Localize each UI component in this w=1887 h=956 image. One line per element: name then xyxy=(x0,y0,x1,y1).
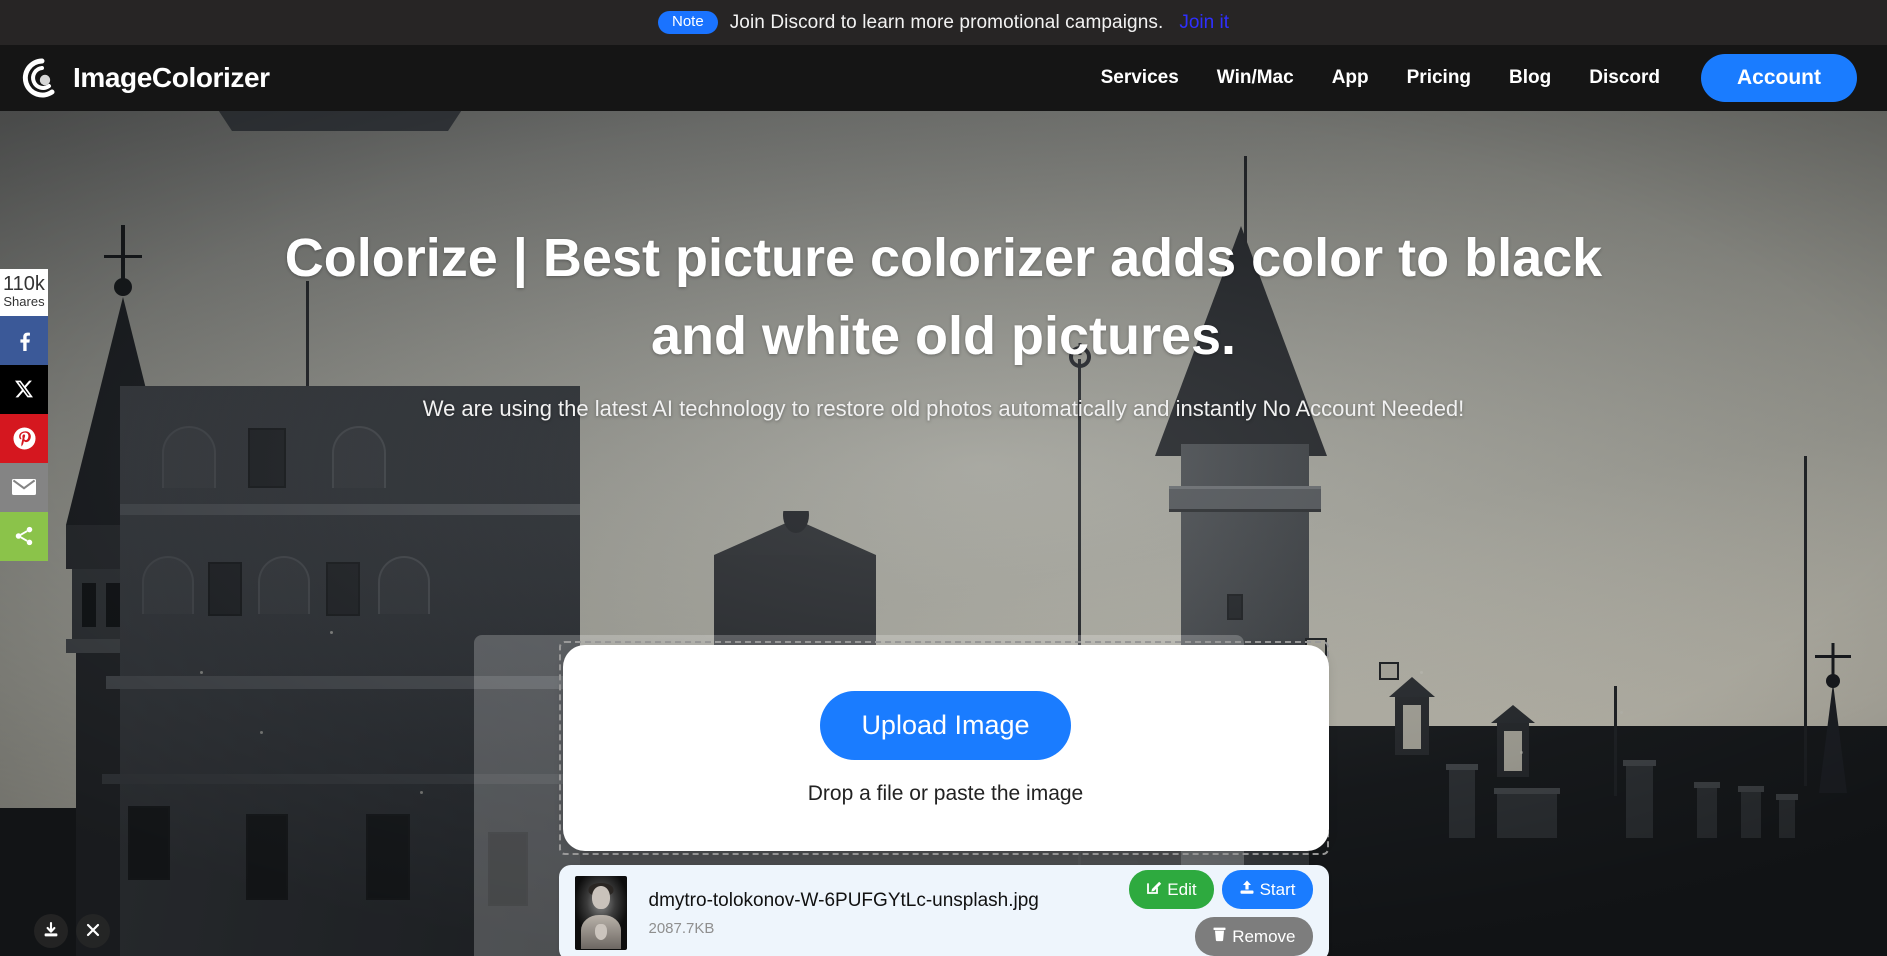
imagecolorizer-swirl-icon xyxy=(22,58,62,98)
download-button[interactable] xyxy=(34,914,68,948)
hero-section: Colorize | Best picture colorizer adds c… xyxy=(0,111,1887,956)
file-name: dmytro-tolokonov-W-6PUFGYtLc-unsplash.jp… xyxy=(648,889,1039,911)
trash-icon xyxy=(1212,926,1227,947)
brand-logo[interactable]: ImageColorizer xyxy=(22,58,270,98)
dropzone[interactable]: Upload Image Drop a file or paste the im… xyxy=(558,641,1329,855)
download-icon xyxy=(42,921,60,942)
nav-item-winmac[interactable]: Win/Mac xyxy=(1198,67,1313,89)
nav-item-services[interactable]: Services xyxy=(1082,67,1198,89)
edit-label: Edit xyxy=(1167,879,1197,899)
facebook-icon xyxy=(13,329,35,352)
share-count-label: Shares xyxy=(3,294,45,309)
note-badge: Note xyxy=(658,10,718,35)
remove-label: Remove xyxy=(1232,926,1296,946)
envelope-icon xyxy=(11,477,37,497)
corner-tools xyxy=(34,914,110,948)
x-twitter-icon xyxy=(14,379,34,399)
upload-arrow-icon xyxy=(1239,879,1255,900)
file-thumbnail xyxy=(574,876,627,950)
hero-subtitle: We are using the latest AI technology to… xyxy=(422,395,1465,421)
file-meta: dmytro-tolokonov-W-6PUFGYtLc-unsplash.jp… xyxy=(649,890,1123,937)
social-share-rail: 110k Shares xyxy=(0,269,48,561)
brand-name: ImageColorizer xyxy=(73,62,270,93)
remove-button[interactable]: Remove xyxy=(1195,917,1313,956)
nav-item-blog[interactable]: Blog xyxy=(1490,67,1570,89)
site-header: ImageColorizer Services Win/Mac App Pric… xyxy=(0,45,1887,111)
file-list-item: dmytro-tolokonov-W-6PUFGYtLc-unsplash.jp… xyxy=(558,865,1329,956)
join-it-link[interactable]: Join it xyxy=(1179,12,1229,34)
close-button[interactable] xyxy=(76,914,110,948)
share-facebook-button[interactable] xyxy=(0,315,48,365)
announcement-text: Join Discord to learn more promotional c… xyxy=(729,11,1164,33)
nav-item-pricing[interactable]: Pricing xyxy=(1388,67,1490,89)
start-button[interactable]: Start xyxy=(1221,870,1313,909)
share-email-button[interactable] xyxy=(0,462,48,512)
account-button[interactable]: Account xyxy=(1701,54,1857,102)
share-more-button[interactable] xyxy=(0,511,48,561)
start-label: Start xyxy=(1259,879,1296,899)
pinterest-icon xyxy=(12,427,36,450)
share-nodes-icon xyxy=(13,525,35,547)
close-icon xyxy=(85,922,101,941)
announcement-bar: Note Join Discord to learn more promotio… xyxy=(0,0,1887,45)
edit-button[interactable]: Edit xyxy=(1129,870,1214,909)
file-actions: Edit Start Remove xyxy=(1123,870,1313,956)
pencil-square-icon xyxy=(1146,879,1162,900)
main-nav: Services Win/Mac App Pricing Blog Discor… xyxy=(1082,54,1857,102)
dropzone-card[interactable]: Upload Image Drop a file or paste the im… xyxy=(562,645,1329,851)
nav-item-app[interactable]: App xyxy=(1313,67,1388,89)
uploader: Upload Image Drop a file or paste the im… xyxy=(473,635,1329,956)
upload-image-button[interactable]: Upload Image xyxy=(820,690,1071,760)
share-count: 110k Shares xyxy=(0,269,48,316)
share-count-number: 110k xyxy=(3,273,45,295)
file-size: 2087.7KB xyxy=(648,919,715,937)
share-x-button[interactable] xyxy=(0,364,48,414)
page-title: Colorize | Best picture colorizer adds c… xyxy=(284,228,1603,367)
nav-item-discord[interactable]: Discord xyxy=(1570,67,1679,89)
share-pinterest-button[interactable] xyxy=(0,413,48,463)
drop-hint-text: Drop a file or paste the image xyxy=(807,781,1084,805)
